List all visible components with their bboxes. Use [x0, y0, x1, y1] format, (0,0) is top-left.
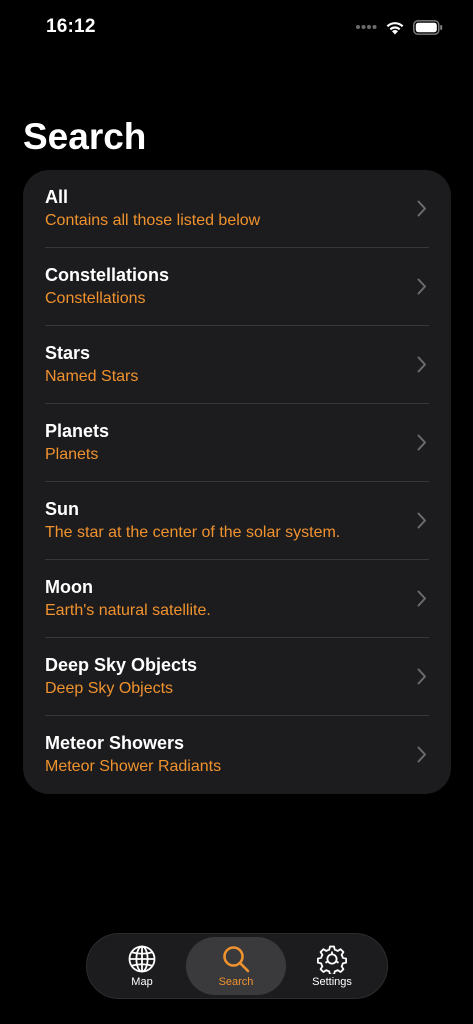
list-item-meteor-showers[interactable]: Meteor Showers Meteor Shower Radiants: [23, 716, 451, 794]
list-item-title: Meteor Showers: [45, 733, 185, 753]
tab-label: Settings: [312, 976, 352, 988]
list-item-all[interactable]: All Contains all those listed below: [23, 170, 451, 248]
list-item-subtitle: Meteor Shower Radiants: [45, 758, 222, 775]
cellular-signal-icon: [356, 25, 377, 29]
list-item-subtitle: Deep Sky Objects: [45, 680, 174, 697]
tab-map[interactable]: Map: [92, 937, 192, 995]
tab-label: Search: [218, 976, 254, 988]
status-time: 16:12: [46, 16, 96, 37]
status-icons: [355, 17, 443, 37]
battery-icon: [413, 19, 443, 35]
list-item-deep-sky-objects[interactable]: Deep Sky Objects Deep Sky Objects: [23, 638, 451, 716]
wifi-icon: [386, 21, 404, 34]
globe-icon: [128, 945, 156, 973]
search-category-list: All Contains all those listed below Cons…: [23, 170, 451, 794]
page-title: Search: [23, 116, 147, 157]
list-item-title: All: [45, 187, 69, 207]
chevron-right-icon: [417, 512, 426, 529]
tab-settings[interactable]: Settings: [282, 937, 382, 995]
tab-bar: Map Search Settings: [86, 933, 388, 999]
list-item-title: Constellations: [45, 265, 170, 285]
chevron-right-icon: [417, 278, 426, 295]
chevron-right-icon: [417, 668, 426, 685]
chevron-right-icon: [417, 746, 426, 763]
list-item-subtitle: Planets: [45, 446, 99, 463]
list-item-title: Planets: [45, 421, 110, 441]
magnifying-glass-icon: [223, 946, 250, 973]
list-item-subtitle: Contains all those listed below: [45, 212, 261, 229]
list-item-subtitle: Named Stars: [45, 368, 139, 385]
list-item-sun[interactable]: Sun The star at the center of the solar …: [23, 482, 451, 560]
list-item-constellations[interactable]: Constellations Constellations: [23, 248, 451, 326]
list-item-stars[interactable]: Stars Named Stars: [23, 326, 451, 404]
list-item-subtitle: Constellations: [45, 290, 146, 307]
list-item-title: Stars: [45, 343, 91, 363]
chevron-right-icon: [417, 200, 426, 217]
chevron-right-icon: [417, 356, 426, 373]
status-bar: 16:12: [0, 0, 473, 54]
list-item-subtitle: The star at the center of the solar syst…: [45, 524, 341, 541]
list-item-title: Moon: [45, 577, 93, 597]
chevron-right-icon: [417, 434, 426, 451]
list-item-title: Sun: [45, 499, 79, 519]
tab-label: Map: [131, 976, 153, 988]
list-item-planets[interactable]: Planets Planets: [23, 404, 451, 482]
list-item-title: Deep Sky Objects: [45, 655, 198, 675]
list-item-moon[interactable]: Moon Earth's natural satellite.: [23, 560, 451, 638]
gear-icon: [317, 945, 347, 974]
tab-search[interactable]: Search: [186, 937, 286, 995]
chevron-right-icon: [417, 590, 426, 607]
list-item-subtitle: Earth's natural satellite.: [45, 602, 211, 619]
